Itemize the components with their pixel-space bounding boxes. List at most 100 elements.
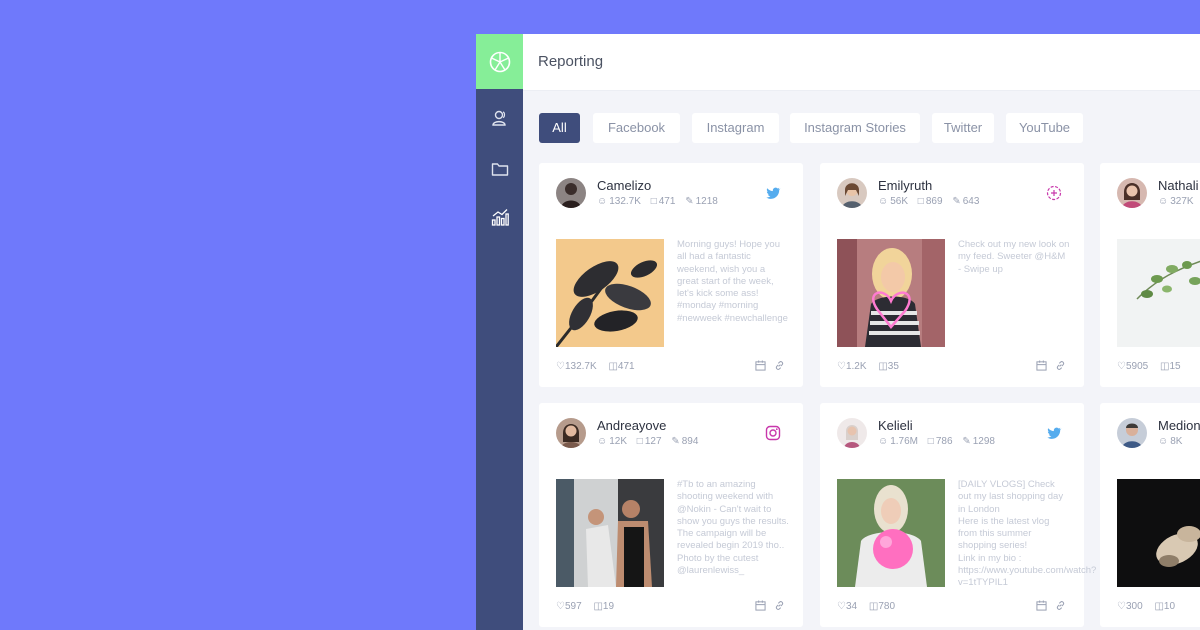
profile-stats: ☺ 327K <box>1158 196 1200 207</box>
posts-count: 1298 <box>972 436 995 447</box>
saves-count: 786 <box>935 436 953 447</box>
instagram-icon <box>765 425 781 441</box>
posts-count: 894 <box>681 436 699 447</box>
heart-icon: ♡ <box>837 361 846 372</box>
post-actions <box>755 360 785 371</box>
post-card[interactable]: Medion ☺ 8K ♡300 ◫10 <box>1100 403 1200 627</box>
tab-instagram[interactable]: Instagram <box>692 113 779 143</box>
username: Medion <box>1158 418 1200 433</box>
calendar-icon[interactable] <box>1036 360 1047 371</box>
avatar <box>1117 418 1147 448</box>
post-image[interactable] <box>1117 479 1200 587</box>
likes-count: 132.7K <box>564 361 597 372</box>
comments-count: 780 <box>878 601 896 612</box>
link-icon[interactable] <box>774 600 785 611</box>
link-icon[interactable] <box>774 360 785 371</box>
network-logo-icon <box>489 51 510 72</box>
tab-instagram-stories[interactable]: Instagram Stories <box>790 113 920 143</box>
post-engagement: ♡300 ◫10 <box>1117 601 1184 612</box>
audience-icon: ☺ <box>597 436 608 447</box>
instagram-stories-icon <box>1046 185 1062 201</box>
posts-count: 1218 <box>695 196 718 207</box>
avatar <box>1117 178 1147 208</box>
audience-count: 56K <box>890 196 909 207</box>
post-engagement: ♡132.7K ◫471 <box>556 361 644 372</box>
post-card[interactable]: Emilyruth ☺ 56K □ 869 ✎ 643 Check out my ne… <box>820 163 1084 387</box>
tab-facebook[interactable]: Facebook <box>593 113 680 143</box>
comment-icon: ◫ <box>878 361 888 372</box>
likes-count: 1.2K <box>845 361 867 372</box>
tab-all[interactable]: All <box>539 113 580 143</box>
pen-icon: ✎ <box>952 196 961 207</box>
top-bar: Reporting <box>523 34 1200 91</box>
heart-icon: ♡ <box>556 601 565 612</box>
post-image[interactable] <box>556 479 664 587</box>
calendar-icon[interactable] <box>755 360 766 371</box>
post-engagement: ♡5905 ◫15 <box>1117 361 1190 372</box>
post-image[interactable] <box>837 239 945 347</box>
twitter-icon <box>1047 427 1062 439</box>
audience-icon: ☺ <box>878 196 889 207</box>
audience-count: 132.7K <box>609 196 641 207</box>
post-card[interactable]: Kelieli ☺ 1.76M □ 786 ✎ 1298 [DAILY VLOGS] … <box>820 403 1097 627</box>
audience-count: 12K <box>609 436 628 447</box>
username: Kelieli <box>878 418 913 433</box>
profile-stats: ☺ 132.7K □ 471 ✎ 1218 <box>597 196 725 207</box>
calendar-icon[interactable] <box>755 600 766 611</box>
post-engagement: ♡34 ◫780 <box>837 601 904 612</box>
likes-count: 34 <box>845 601 858 612</box>
audience-icon: ☺ <box>597 196 608 207</box>
comments-count: 471 <box>617 361 635 372</box>
audience-count: 327K <box>1170 196 1194 207</box>
post-engagement: ♡597 ◫19 <box>556 601 623 612</box>
page-title: Reporting <box>538 53 604 70</box>
likes-count: 5905 <box>1125 361 1149 372</box>
post-image[interactable] <box>556 239 664 347</box>
pen-icon: ✎ <box>962 436 971 447</box>
post-caption: #Tb to an amazing shooting weekend with … <box>677 479 789 577</box>
likes-count: 597 <box>564 601 582 612</box>
folder-icon <box>491 163 508 176</box>
username: Camelizo <box>597 178 652 193</box>
analytics-icon <box>491 209 509 226</box>
users-icon <box>491 110 506 126</box>
username: Emilyruth <box>878 178 933 193</box>
post-card[interactable]: Camelizo ☺ 132.7K □ 471 ✎ 1218 Morning guys… <box>539 163 803 387</box>
post-caption: Morning guys! Hope you all had a fantast… <box>677 239 788 324</box>
username: Andreayove <box>597 418 667 433</box>
post-card[interactable]: Nathali ☺ 327K ♡5905 ◫15 <box>1100 163 1200 387</box>
likes-count: 300 <box>1125 601 1143 612</box>
audience-icon: ☺ <box>1158 436 1169 447</box>
avatar <box>837 178 867 208</box>
app-logo[interactable] <box>476 34 523 89</box>
bookmark-icon: □ <box>927 436 934 447</box>
username: Nathali <box>1158 178 1199 193</box>
heart-icon: ♡ <box>1117 361 1126 372</box>
pen-icon: ✎ <box>685 196 694 207</box>
profile-stats: ☺ 56K □ 869 ✎ 643 <box>878 196 986 207</box>
reporting-app-window: Reporting All Facebook Instagram Instagr… <box>476 34 1200 630</box>
tab-youtube[interactable]: YouTube <box>1006 113 1083 143</box>
post-card[interactable]: Andreayove ☺ 12K □ 127 ✎ 894 #Tb to an amaz… <box>539 403 803 627</box>
sidebar-item-analytics[interactable] <box>476 204 523 230</box>
calendar-icon[interactable] <box>1036 600 1047 611</box>
post-image[interactable] <box>1117 239 1200 347</box>
audience-count: 1.76M <box>890 436 919 447</box>
profile-stats: ☺ 1.76M □ 786 ✎ 1298 <box>878 436 1002 447</box>
comments-count: 35 <box>887 361 899 372</box>
pen-icon: ✎ <box>671 436 680 447</box>
post-engagement: ♡1.2K ◫35 <box>837 361 908 372</box>
heart-icon: ♡ <box>556 361 565 372</box>
sidebar-item-folders[interactable] <box>476 156 523 182</box>
tab-twitter[interactable]: Twitter <box>932 113 994 143</box>
post-image[interactable] <box>837 479 945 587</box>
avatar <box>556 178 586 208</box>
sidebar-item-users[interactable] <box>476 105 523 131</box>
post-caption: [DAILY VLOGS] Check out my last shopping… <box>958 479 1097 589</box>
link-icon[interactable] <box>1055 360 1066 371</box>
saves-count: 127 <box>644 436 662 447</box>
post-actions <box>1036 360 1066 371</box>
profile-stats: ☺ 12K □ 127 ✎ 894 <box>597 436 705 447</box>
saves-count: 471 <box>658 196 676 207</box>
link-icon[interactable] <box>1055 600 1066 611</box>
